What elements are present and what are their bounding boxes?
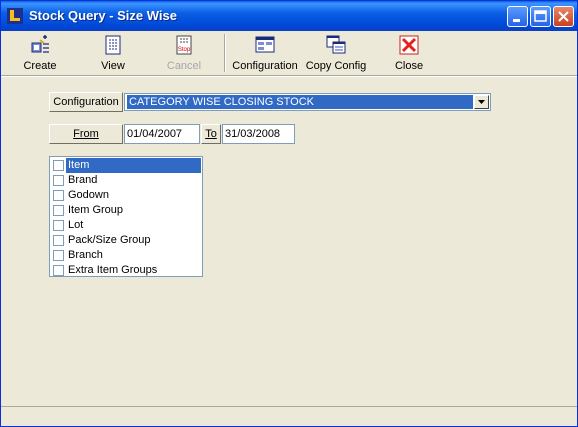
create-label: Create	[23, 60, 57, 72]
checklist-item[interactable]: Brand	[51, 173, 201, 188]
configuration-field-label: Configuration	[49, 92, 123, 112]
maximize-button[interactable]	[530, 6, 551, 27]
checklist-item[interactable]: Branch	[51, 248, 201, 263]
maximize-icon	[534, 10, 547, 22]
chevron-down-icon	[478, 100, 485, 104]
close-button[interactable]: Close	[391, 34, 427, 72]
configuration-dropdown-value: CATEGORY WISE CLOSING STOCK	[127, 95, 473, 109]
close-x-icon	[399, 35, 419, 55]
checklist-item[interactable]: Item Group	[51, 203, 201, 218]
to-button[interactable]: To	[201, 124, 221, 144]
toolbar: Create View Stop Cancel Configuration Co…	[1, 31, 577, 75]
checkbox[interactable]	[53, 235, 64, 246]
checklist-item[interactable]: Pack/Size Group	[51, 233, 201, 248]
checklist-item-label: Extra Item Groups	[68, 264, 158, 276]
checklist-item[interactable]: Godown	[51, 188, 201, 203]
checkbox[interactable]	[53, 160, 64, 171]
from-date-field[interactable]: 01/04/2007	[124, 124, 200, 144]
checklist-item-label: Pack/Size Group	[68, 234, 151, 246]
copy-config-button[interactable]: Copy Config	[303, 34, 369, 72]
view-button[interactable]: View	[91, 34, 135, 72]
copy-config-icon	[326, 35, 346, 54]
checklist-item-label: Lot	[68, 219, 84, 231]
create-icon	[31, 35, 49, 53]
checklist-item-label: Branch	[68, 249, 103, 261]
create-button[interactable]: Create	[15, 34, 65, 72]
checklist-item[interactable]: Item	[51, 158, 201, 173]
group-by-checklist[interactable]: Item Brand Godown Item Group Lot Pack/Si…	[49, 156, 203, 277]
title-bar[interactable]: Stock Query - Size Wise	[1, 1, 577, 31]
checkbox[interactable]	[53, 190, 64, 201]
from-button[interactable]: From	[49, 124, 123, 144]
checklist-item-label: Brand	[68, 174, 98, 186]
view-label: View	[101, 60, 125, 72]
stop-icon: Stop	[176, 35, 192, 55]
copy-config-label: Copy Config	[305, 60, 367, 72]
checkbox[interactable]	[53, 205, 64, 216]
window-title: Stock Query - Size Wise	[29, 8, 177, 23]
close-label: Close	[394, 60, 424, 72]
configuration-dropdown[interactable]: CATEGORY WISE CLOSING STOCK	[124, 93, 491, 111]
checklist-item-label: Item	[66, 158, 201, 173]
to-button-label: To	[205, 128, 217, 140]
checklist-item[interactable]: Lot	[51, 218, 201, 233]
cancel-button[interactable]: Stop Cancel	[161, 34, 207, 72]
close-window-button[interactable]	[553, 6, 574, 27]
stop-icon-text: Stop	[178, 47, 191, 53]
configuration-icon	[255, 36, 275, 53]
app-icon	[7, 8, 23, 24]
checkbox[interactable]	[53, 175, 64, 186]
checkbox[interactable]	[53, 265, 64, 276]
minimize-button[interactable]	[507, 6, 528, 27]
configuration-label: Configuration	[232, 60, 298, 72]
to-date-field[interactable]: 31/03/2008	[222, 124, 295, 144]
checkbox[interactable]	[53, 220, 64, 231]
view-icon	[105, 35, 121, 55]
app-window: Stock Query - Size Wise Create View Stop…	[0, 0, 578, 427]
configuration-button[interactable]: Configuration	[230, 34, 300, 72]
cancel-label: Cancel	[166, 60, 202, 72]
close-icon	[558, 11, 569, 22]
checklist-item-label: Godown	[68, 189, 109, 201]
checkbox[interactable]	[53, 250, 64, 261]
toolbar-divider	[1, 75, 577, 77]
from-button-label: From	[73, 128, 99, 140]
checklist-item-label: Item Group	[68, 204, 124, 216]
status-bar	[1, 406, 577, 427]
configuration-dropdown-button[interactable]	[474, 95, 489, 109]
minimize-icon	[513, 19, 520, 22]
checklist-item[interactable]: Extra Item Groups	[51, 263, 201, 278]
toolbar-separator	[224, 34, 226, 72]
